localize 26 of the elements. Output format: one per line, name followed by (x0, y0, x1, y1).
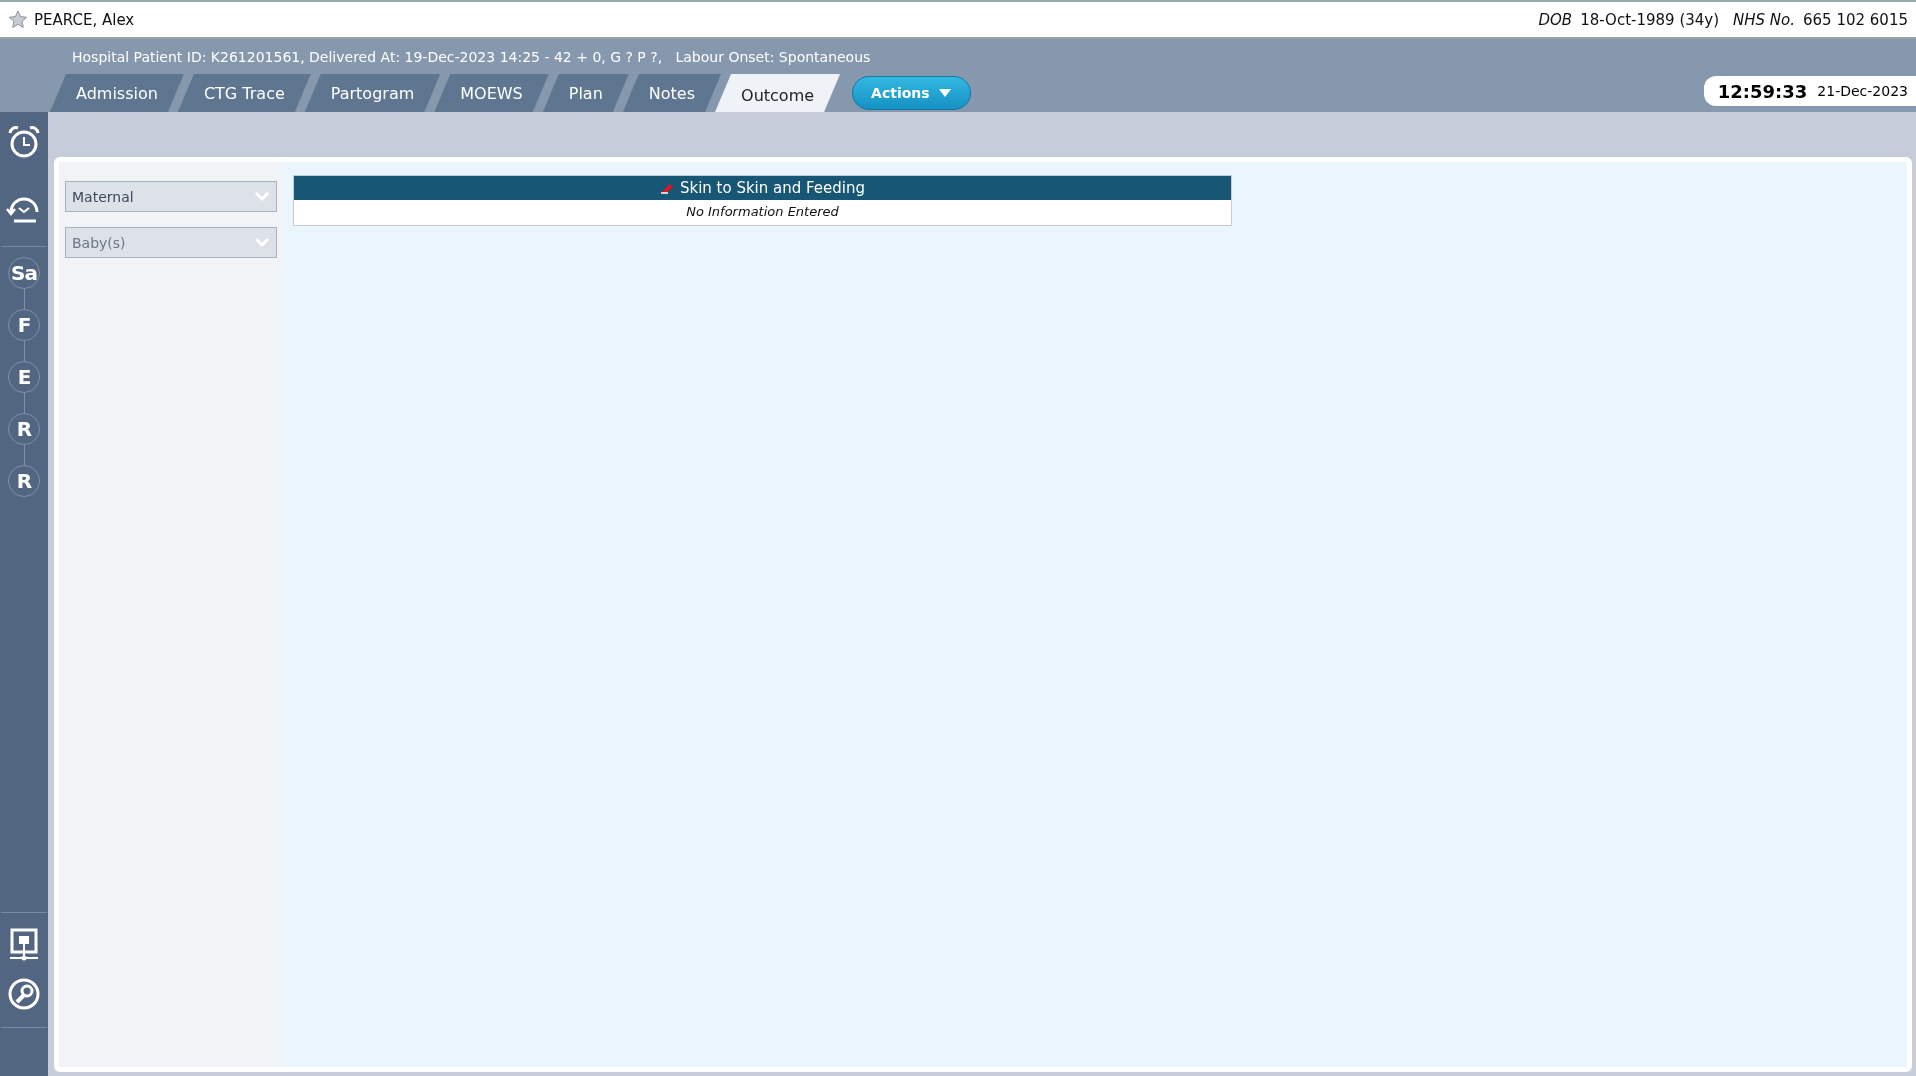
empty-message: No Information Entered (686, 204, 839, 219)
tab[interactable]: MOEWS (434, 74, 549, 112)
chevron-down-icon (254, 236, 270, 249)
pencil-icon (659, 182, 674, 194)
delivery-info: Hospital Patient ID: K261201561, Delivered At: 19-Dec-2023 14:25 - 42 + 0, G ? P ?, Labour Onset: Spontaneous (72, 49, 871, 65)
section-title: Skin to Skin and Feeding (679, 179, 866, 197)
actions-button[interactable]: Actions (852, 76, 971, 110)
tab[interactable]: Admission (50, 74, 184, 112)
tab[interactable]: Outcome (715, 74, 841, 112)
caret-icon (937, 88, 952, 98)
star-icon (8, 9, 28, 30)
tab[interactable]: CTG Trace (177, 74, 311, 112)
nhs-number: 665 102 6015 (1803, 10, 1908, 29)
alarm-clock-icon (6, 124, 42, 160)
dob-label: DOB (1538, 10, 1573, 29)
tab[interactable]: Partogram (304, 74, 441, 112)
clock-date: 21-Dec-2023 (1817, 83, 1908, 99)
tab[interactable]: Notes (622, 74, 722, 112)
network-monitor-icon (9, 927, 39, 963)
tab[interactable]: Plan (542, 74, 629, 112)
filter-dropdown[interactable]: Maternal (65, 181, 277, 212)
clock-time: 12:59:33 (1717, 80, 1808, 102)
nhs-label: NHS No. (1733, 10, 1795, 29)
dob-value: 18-Oct-1989 (34y) (1580, 10, 1720, 29)
chevron-down-icon (254, 190, 270, 203)
patient-name: PEARCE, Alex (34, 10, 135, 29)
